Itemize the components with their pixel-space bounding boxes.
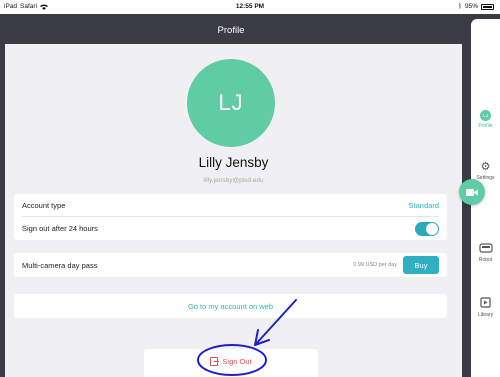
- sidebar-item-robot[interactable]: Robot: [471, 243, 500, 263]
- sidebar-item-settings[interactable]: ⚙ Settings: [471, 161, 500, 182]
- sidebar-item-label: Profile: [478, 123, 493, 129]
- sign-out-after-label: Sign out after 24 hours: [22, 224, 98, 233]
- account-type-value[interactable]: Standard: [409, 201, 439, 210]
- library-icon: [480, 297, 491, 308]
- status-bar: iPad Safari 12:55 PM ᛒ 95%: [0, 0, 500, 14]
- avatar-icon: LJ: [480, 110, 491, 121]
- bluetooth-icon: ᛒ: [458, 3, 462, 10]
- sidebar-item-profile[interactable]: LJ Profile: [471, 110, 500, 129]
- day-pass-row: Multi-camera day pass 0.99 USD per day B…: [22, 253, 439, 277]
- avatar: LJ: [187, 59, 275, 147]
- camera-button[interactable]: [459, 179, 485, 205]
- web-account-card[interactable]: Go to my account on web: [14, 294, 447, 318]
- day-pass-card: Multi-camera day pass 0.99 USD per day B…: [14, 253, 447, 277]
- battery-icon: [481, 3, 494, 10]
- user-name: Lilly Jensby: [198, 155, 269, 170]
- sign-out-icon: [210, 357, 220, 366]
- battery-percent: 95%: [464, 3, 478, 10]
- account-type-row: Account type Standard: [22, 194, 439, 217]
- sidebar-item-label: Robot: [478, 257, 493, 263]
- robot-icon: [478, 243, 493, 253]
- gear-icon: ⚙: [480, 161, 491, 173]
- user-email: lilly.jensby@pisd.edu: [203, 177, 264, 184]
- toggle-knob: [426, 222, 438, 235]
- account-card: Account type Standard Sign out after 24 …: [14, 194, 447, 240]
- sign-out-button[interactable]: Sign Out: [144, 357, 318, 366]
- sign-out-after-toggle[interactable]: [415, 221, 439, 236]
- sidebar-item-label: Library: [477, 312, 494, 318]
- day-pass-price: 0.99 USD per day: [353, 262, 397, 268]
- sign-out-card[interactable]: Sign Out: [144, 349, 318, 377]
- header: Profile: [0, 14, 462, 44]
- account-type-label: Account type: [22, 200, 66, 210]
- page-title: Profile: [217, 25, 245, 36]
- clock: 12:55 PM: [235, 3, 265, 10]
- web-account-link[interactable]: Go to my account on web: [14, 302, 447, 311]
- sign-out-label: Sign Out: [222, 357, 252, 366]
- video-camera-icon: [466, 188, 478, 196]
- day-pass-label: Multi-camera day pass: [22, 260, 98, 270]
- sidebar-item-library[interactable]: Library: [471, 297, 500, 318]
- buy-button[interactable]: Buy: [403, 256, 439, 274]
- sign-out-after-row: Sign out after 24 hours: [22, 217, 439, 240]
